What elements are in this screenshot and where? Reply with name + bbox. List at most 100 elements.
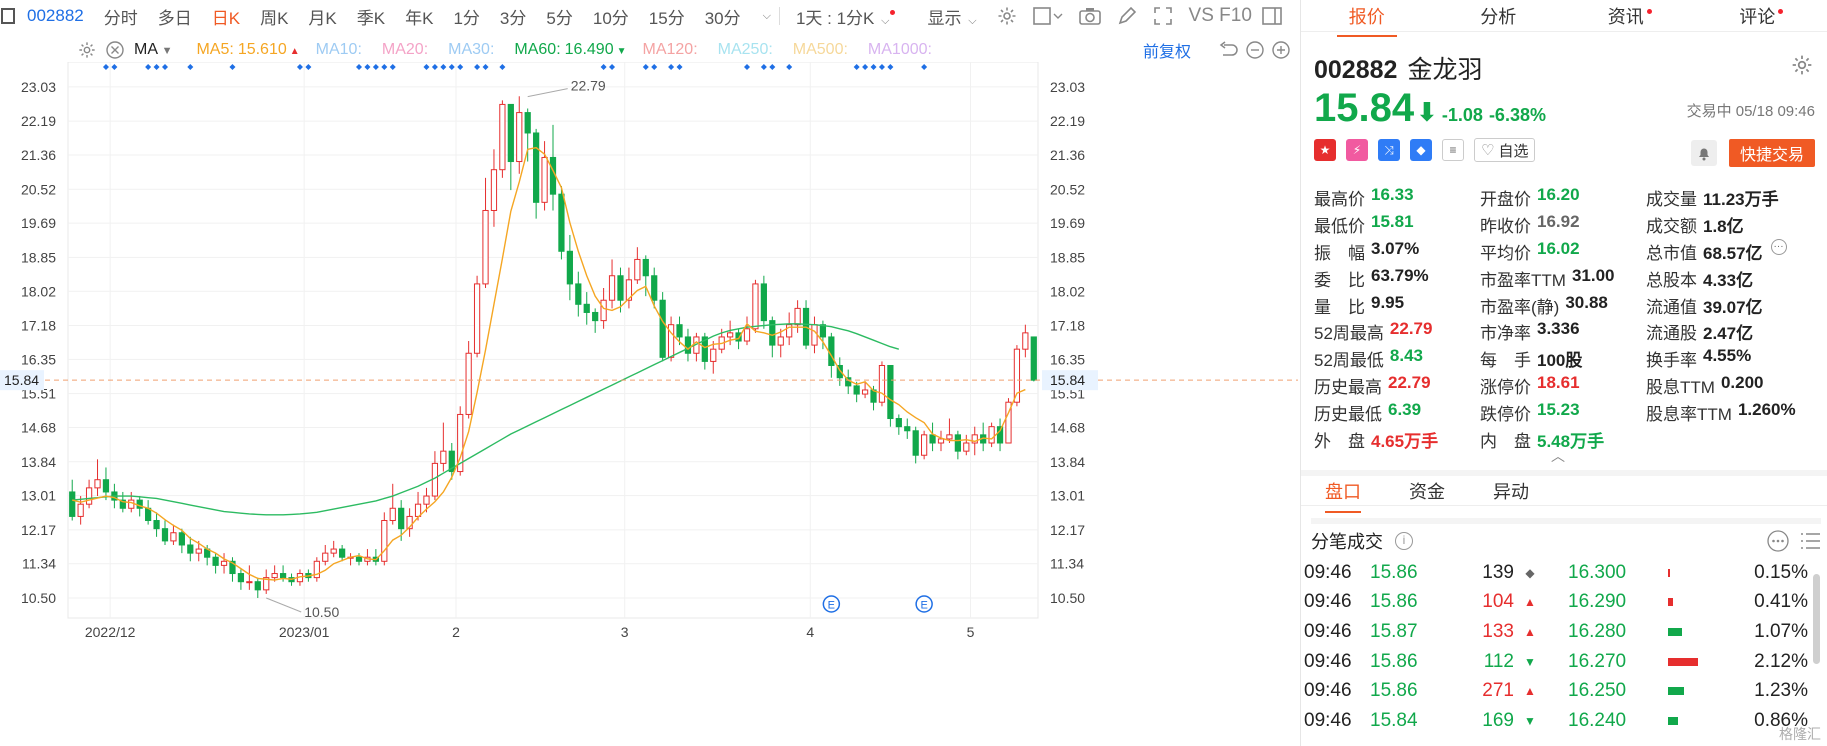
- period-tab-0[interactable]: 分时: [104, 4, 138, 29]
- candle[interactable]: [161, 528, 169, 542]
- event-marker[interactable]: [356, 64, 362, 70]
- candle[interactable]: [566, 250, 573, 285]
- candle[interactable]: [929, 434, 936, 444]
- candle[interactable]: [921, 434, 928, 456]
- candle[interactable]: [212, 556, 219, 566]
- ma-entry-2[interactable]: MA20:: [382, 41, 432, 59]
- period-tab-12[interactable]: 30分: [705, 4, 741, 29]
- list-view-icon[interactable]: [1799, 531, 1821, 551]
- candle[interactable]: [743, 328, 751, 342]
- more-icon[interactable]: [1767, 530, 1789, 552]
- candle[interactable]: [592, 311, 599, 322]
- candle[interactable]: [195, 548, 202, 554]
- event-marker[interactable]: [760, 64, 767, 70]
- period-tab-9[interactable]: 5分: [546, 4, 572, 29]
- close-icon[interactable]: [106, 41, 124, 59]
- candle[interactable]: [440, 450, 447, 464]
- ma-entry-1[interactable]: MA10:: [316, 41, 366, 59]
- candle[interactable]: [642, 258, 649, 277]
- candle[interactable]: [549, 156, 557, 195]
- candle[interactable]: [389, 507, 396, 522]
- candle[interactable]: [853, 385, 860, 395]
- display-dropdown[interactable]: 显示 ⌵: [927, 4, 976, 29]
- period-tab-10[interactable]: 10分: [593, 4, 629, 29]
- candle[interactable]: [490, 169, 498, 211]
- ma-entry-8[interactable]: MA1000:: [868, 41, 936, 59]
- candle[interactable]: [811, 324, 818, 346]
- candle[interactable]: [178, 532, 185, 546]
- event-marker[interactable]: [145, 64, 152, 70]
- candle[interactable]: [237, 573, 245, 583]
- event-marker[interactable]: [786, 64, 793, 70]
- event-marker[interactable]: [651, 64, 658, 70]
- tab-3[interactable]: 评论: [1696, 3, 1827, 29]
- more-circle-icon[interactable]: ···: [1770, 238, 1787, 255]
- bell-icon[interactable]: [1691, 140, 1717, 166]
- event-marker[interactable]: [305, 64, 312, 70]
- candle[interactable]: [617, 275, 624, 301]
- candle[interactable]: [912, 430, 919, 456]
- period-tab-5[interactable]: 季K: [357, 4, 385, 29]
- period-tab-4[interactable]: 月K: [308, 4, 336, 29]
- candle[interactable]: [322, 552, 329, 562]
- candle[interactable]: [752, 283, 759, 330]
- event-marker[interactable]: [153, 64, 160, 70]
- event-marker[interactable]: [448, 64, 455, 70]
- event-marker[interactable]: [187, 64, 194, 70]
- watchlist-button[interactable]: ♡ 自选: [1474, 138, 1536, 162]
- candle[interactable]: [254, 581, 261, 591]
- ma-entry-3[interactable]: MA30:: [448, 41, 498, 59]
- candle[interactable]: [861, 389, 869, 395]
- settings-icon[interactable]: [78, 41, 96, 59]
- event-marker[interactable]: [457, 64, 464, 70]
- candle[interactable]: [128, 499, 135, 509]
- candle[interactable]: [102, 479, 110, 493]
- event-marker[interactable]: [878, 64, 885, 70]
- candle[interactable]: [355, 556, 363, 562]
- vs-f10-button[interactable]: VS F10: [1189, 5, 1252, 27]
- candle[interactable]: [710, 348, 717, 362]
- candle[interactable]: [507, 103, 514, 163]
- candle[interactable]: [516, 112, 523, 163]
- shuffle-icon[interactable]: ⤨: [1378, 139, 1400, 161]
- event-marker[interactable]: [609, 64, 616, 70]
- runner-icon[interactable]: ⚡: [1346, 139, 1368, 161]
- candle[interactable]: [1022, 332, 1029, 350]
- indicator-select[interactable]: MA ▼: [134, 41, 172, 59]
- period-tab-11[interactable]: 15分: [649, 4, 685, 29]
- event-marker[interactable]: [668, 64, 675, 70]
- candle[interactable]: [887, 364, 894, 420]
- candle[interactable]: [77, 503, 84, 517]
- zoom-in-icon[interactable]: [1272, 41, 1290, 59]
- tag-icon[interactable]: ◆: [1410, 139, 1432, 161]
- event-marker[interactable]: [769, 64, 776, 70]
- event-marker[interactable]: [853, 64, 860, 70]
- event-marker[interactable]: [482, 64, 489, 70]
- square-tool-icon[interactable]: [1032, 6, 1063, 26]
- period-tab-3[interactable]: 周K: [260, 4, 288, 29]
- candle[interactable]: [608, 275, 616, 301]
- candle[interactable]: [1030, 336, 1037, 381]
- china-flag-icon[interactable]: ★: [1314, 139, 1336, 161]
- candle[interactable]: [170, 532, 177, 542]
- tab-1[interactable]: 分析: [1433, 3, 1565, 29]
- candle[interactable]: [473, 283, 481, 354]
- candle[interactable]: [895, 418, 902, 428]
- tab-2[interactable]: 资讯: [1564, 3, 1696, 29]
- event-marker[interactable]: [676, 64, 683, 70]
- candle[interactable]: [339, 548, 346, 558]
- candle[interactable]: [819, 324, 827, 338]
- event-marker[interactable]: [296, 64, 303, 70]
- event-marker[interactable]: [744, 64, 750, 70]
- chevron-down-icon[interactable]: ⌵: [763, 10, 771, 23]
- candle[interactable]: [398, 507, 405, 530]
- candle[interactable]: [94, 479, 101, 489]
- candle[interactable]: [482, 209, 489, 285]
- period-select[interactable]: 1天 : 1分K ⌵: [796, 4, 896, 29]
- candle[interactable]: [946, 434, 953, 440]
- subtab-1[interactable]: 资金: [1409, 478, 1445, 504]
- zoom-out-icon[interactable]: [1246, 41, 1264, 59]
- panel-toggle-icon[interactable]: [1262, 6, 1282, 26]
- candle[interactable]: [600, 299, 607, 322]
- event-marker[interactable]: [229, 64, 236, 70]
